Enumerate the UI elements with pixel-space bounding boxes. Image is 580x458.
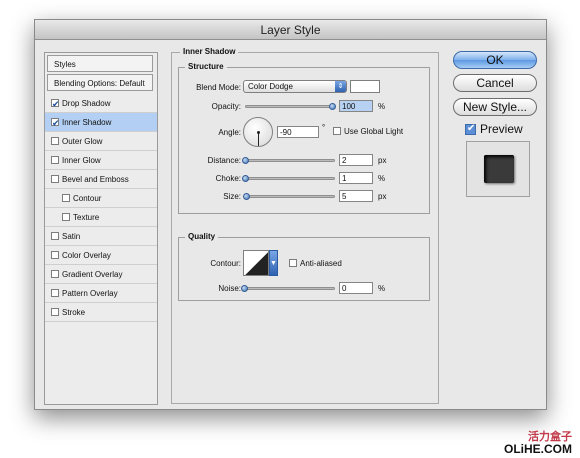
structure-title: Structure	[185, 62, 227, 71]
distance-label: Distance:	[207, 156, 241, 165]
style-preview-thumbnail	[466, 141, 530, 197]
sidebar-item-inner-glow[interactable]: Inner Glow	[45, 151, 157, 170]
gradient-overlay-checkbox[interactable]	[51, 270, 59, 278]
choke-slider-thumb[interactable]	[242, 175, 249, 182]
noise-slider-track[interactable]	[245, 287, 335, 290]
cancel-button[interactable]: Cancel	[453, 74, 537, 92]
satin-checkbox[interactable]	[51, 232, 59, 240]
new-style-button[interactable]: New Style...	[453, 98, 537, 116]
bevel-and-emboss-checkbox[interactable]	[51, 175, 59, 183]
quality-group: Quality Contour: ▼ Anti-aliased Noise: 0…	[178, 232, 430, 301]
noise-unit: %	[378, 284, 386, 293]
inner-shadow-panel: Inner Shadow Structure Blend Mode: Color…	[171, 47, 439, 404]
size-slider-track[interactable]	[245, 195, 335, 198]
ok-button[interactable]: OK	[453, 51, 537, 69]
shadow-color-swatch[interactable]	[350, 80, 380, 93]
blend-mode-value: Color Dodge	[248, 82, 293, 91]
anti-aliased-option[interactable]: Anti-aliased	[289, 259, 342, 268]
angle-input[interactable]: -90	[277, 126, 319, 138]
chevron-down-icon: ▼	[270, 260, 277, 267]
use-global-light-checkbox[interactable]	[333, 127, 341, 135]
opacity-slider-track[interactable]	[245, 105, 335, 108]
quality-title: Quality	[185, 232, 219, 241]
stroke-checkbox[interactable]	[51, 308, 59, 316]
distance-input[interactable]: 2	[339, 154, 373, 166]
noise-label: Noise:	[218, 284, 241, 293]
contour-dropdown-button[interactable]: ▼	[269, 250, 278, 276]
sidebar-item-color-overlay[interactable]: Color Overlay	[45, 246, 157, 265]
contour-curve-icon	[245, 252, 268, 275]
chevron-updown-icon: ⇕	[335, 81, 346, 92]
opacity-label: Opacity:	[211, 102, 241, 111]
sidebar-item-styles[interactable]: Styles	[47, 55, 153, 72]
inner-glow-checkbox[interactable]	[51, 156, 59, 164]
opacity-unit: %	[378, 102, 386, 111]
sidebar-item-inner-shadow[interactable]: Inner Shadow	[45, 113, 157, 134]
outer-glow-checkbox[interactable]	[51, 137, 59, 145]
sidebar-item-gradient-overlay[interactable]: Gradient Overlay	[45, 265, 157, 284]
sidebar-item-blending-options[interactable]: Blending Options: Default	[47, 74, 153, 91]
texture-checkbox[interactable]	[62, 213, 70, 221]
angle-unit: °	[322, 123, 326, 132]
noise-input[interactable]: 0	[339, 282, 373, 294]
styles-list: Styles Blending Options: Default Drop Sh…	[44, 52, 158, 405]
contour-label: Contour:	[210, 259, 241, 268]
sidebar-item-contour[interactable]: Contour	[45, 189, 157, 208]
dialog-title: Layer Style	[35, 20, 546, 40]
anti-aliased-label: Anti-aliased	[300, 259, 342, 268]
choke-label: Choke:	[215, 174, 241, 183]
distance-slider-thumb[interactable]	[242, 157, 249, 164]
sidebar-item-texture[interactable]: Texture	[45, 208, 157, 227]
blend-mode-label: Blend Mode:	[196, 83, 241, 92]
distance-slider-track[interactable]	[245, 159, 335, 162]
angle-dial[interactable]	[243, 117, 273, 147]
choke-input[interactable]: 1	[339, 172, 373, 184]
inner-shadow-checkbox[interactable]	[51, 115, 60, 134]
watermark: 活力盒子 OLiHE.COM	[504, 430, 572, 456]
choke-slider-track[interactable]	[245, 177, 335, 180]
opacity-input[interactable]: 100	[339, 100, 373, 112]
watermark-line2: OLiHE.COM	[504, 442, 572, 456]
preview-swatch	[484, 155, 514, 183]
panel-title: Inner Shadow	[180, 47, 239, 56]
sidebar-item-satin[interactable]: Satin	[45, 227, 157, 246]
sidebar-item-pattern-overlay[interactable]: Pattern Overlay	[45, 284, 157, 303]
anti-aliased-checkbox[interactable]	[289, 259, 297, 267]
contour-checkbox[interactable]	[62, 194, 70, 202]
opacity-slider-thumb[interactable]	[329, 103, 336, 110]
angle-label: Angle:	[218, 128, 241, 137]
noise-slider-thumb[interactable]	[241, 285, 248, 292]
sidebar-item-bevel-and-emboss[interactable]: Bevel and Emboss	[45, 170, 157, 189]
size-unit: px	[378, 192, 387, 201]
contour-preview[interactable]	[243, 250, 269, 276]
drop-shadow-checkbox[interactable]	[51, 96, 60, 115]
pattern-overlay-checkbox[interactable]	[51, 289, 59, 297]
use-global-light-option[interactable]: Use Global Light	[333, 127, 403, 136]
angle-dial-needle	[258, 133, 259, 146]
size-label: Size:	[223, 192, 241, 201]
sidebar-item-stroke[interactable]: Stroke	[45, 303, 157, 322]
preview-option[interactable]: Preview	[465, 122, 523, 136]
blend-mode-select[interactable]: Color Dodge ⇕	[243, 80, 347, 93]
color-overlay-checkbox[interactable]	[51, 251, 59, 259]
preview-label: Preview	[480, 122, 523, 136]
distance-unit: px	[378, 156, 387, 165]
structure-group: Structure Blend Mode: Color Dodge ⇕ Opac…	[178, 62, 430, 214]
choke-unit: %	[378, 174, 386, 183]
use-global-light-label: Use Global Light	[344, 127, 404, 136]
size-slider-thumb[interactable]	[243, 193, 250, 200]
sidebar-item-drop-shadow[interactable]: Drop Shadow	[45, 94, 157, 115]
preview-checkbox[interactable]	[465, 123, 476, 135]
sidebar-item-outer-glow[interactable]: Outer Glow	[45, 132, 157, 151]
size-input[interactable]: 5	[339, 190, 373, 202]
